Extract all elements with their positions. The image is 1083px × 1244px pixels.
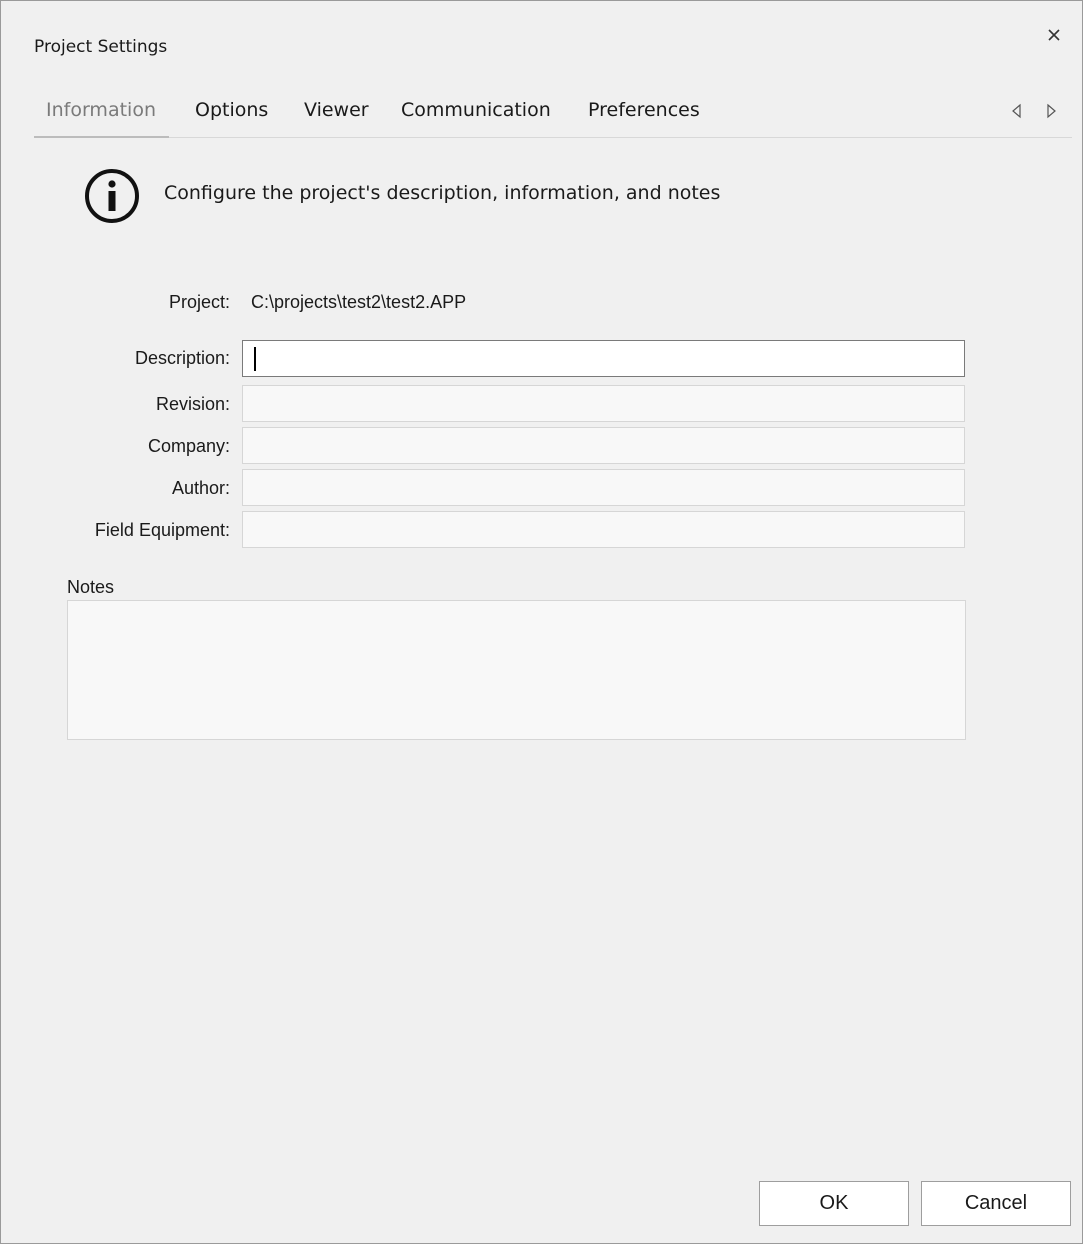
project-label: Project: xyxy=(168,292,230,312)
page-heading: Configure the project's description, inf… xyxy=(164,182,721,204)
tab-scroll-left-button[interactable] xyxy=(1010,103,1024,119)
tab-information[interactable]: Information xyxy=(46,99,156,121)
cancel-button[interactable]: Cancel xyxy=(921,1181,1071,1226)
project-settings-dialog: Project Settings Information Options Vie… xyxy=(0,0,1083,1244)
field-equipment-field[interactable] xyxy=(242,511,965,548)
active-tab-indicator xyxy=(34,136,169,138)
tab-viewer[interactable]: Viewer xyxy=(304,99,369,121)
ok-button[interactable]: OK xyxy=(759,1181,909,1226)
dialog-title: Project Settings xyxy=(34,37,168,57)
triangle-right-icon xyxy=(1047,103,1056,119)
description-field[interactable] xyxy=(242,340,965,377)
close-icon xyxy=(1048,29,1060,41)
text-caret xyxy=(254,347,256,371)
tab-preferences[interactable]: Preferences xyxy=(588,99,700,121)
tab-communication[interactable]: Communication xyxy=(401,99,551,121)
description-label: Description: xyxy=(134,348,230,368)
tab-bar: Information Options Viewer Communication… xyxy=(34,97,1072,138)
tab-options[interactable]: Options xyxy=(195,99,268,121)
author-label: Author: xyxy=(171,478,230,498)
project-path: C:\projects\test2\test2.APP xyxy=(251,292,467,312)
field-equipment-label: Field Equipment: xyxy=(94,520,230,540)
revision-field[interactable] xyxy=(242,385,965,422)
notes-label: Notes xyxy=(67,577,115,597)
tab-scroll-right-button[interactable] xyxy=(1044,103,1058,119)
revision-label: Revision: xyxy=(155,394,230,414)
company-label: Company: xyxy=(147,436,230,456)
author-field[interactable] xyxy=(242,469,965,506)
close-button[interactable] xyxy=(1040,21,1068,49)
triangle-left-icon xyxy=(1012,103,1021,119)
notes-textarea[interactable] xyxy=(67,600,966,740)
company-field[interactable] xyxy=(242,427,965,464)
info-icon xyxy=(85,169,139,223)
